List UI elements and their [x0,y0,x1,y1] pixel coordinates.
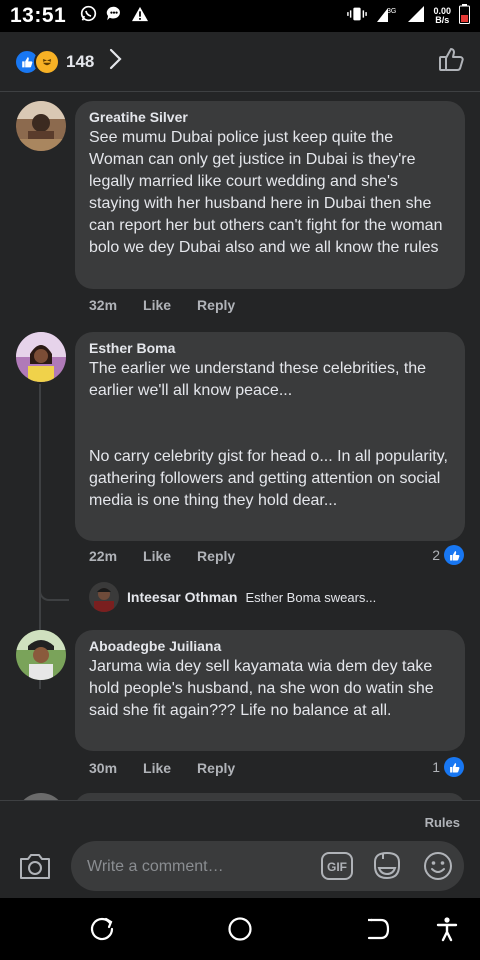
comment-bubble[interactable]: Greatihe Silver See mumu Dubai police ju… [75,101,465,289]
avatar[interactable] [89,582,119,612]
avatar[interactable] [16,101,66,151]
haha-reaction-icon [34,48,60,75]
comment-actions: 30m Like Reply [89,760,261,776]
thread-connector [39,573,69,601]
comment-like-count[interactable]: 1 [432,757,464,777]
reply-preview[interactable]: Inteesar Othman Esther Boma swears... [89,582,376,612]
comment-text: The earlier we understand these celebrit… [89,360,448,509]
sticker-icon[interactable] [371,850,403,882]
comment-author[interactable]: Esther Boma [89,340,451,356]
battery-icon [459,3,470,29]
comment-actions: 32m Like Reply [89,297,261,313]
comment-bubble[interactable]: Esther Boma The earlier we understand th… [75,332,465,541]
comment-time: 32m [89,297,118,313]
next-comment-peek [16,793,66,800]
gif-button[interactable]: GIF [321,850,353,882]
comment-author[interactable]: Greatihe Silver [89,109,451,125]
camera-icon[interactable] [18,851,52,886]
chat-icon [105,5,123,27]
comment-author[interactable]: Aboadegbe Juiliana [89,638,451,654]
comment-time: 22m [89,548,118,564]
like-badge-icon [444,545,464,565]
comment-text: See mumu Dubai police just keep quite th… [89,129,443,256]
next-comment-bubble-peek [75,793,465,800]
comment-text: Jaruma wia dey sell kayamata wia dem dey… [89,658,434,719]
like-link[interactable]: Like [143,548,171,564]
avatar[interactable] [16,332,66,382]
comment-time: 30m [89,760,118,776]
recent-apps-icon[interactable] [89,916,115,942]
svg-text:3G: 3G [387,8,396,15]
like-badge-icon [444,757,464,777]
back-icon[interactable] [365,916,391,942]
net-speed: 0.00 B/s [433,6,451,25]
vibrate-icon [347,6,368,27]
comment-actions: 22m Like Reply [89,548,261,564]
accessibility-icon[interactable] [434,916,460,942]
status-bar: 13:51 3G 0.00 B/s [0,0,480,32]
reply-link[interactable]: Reply [197,760,235,776]
rules-link[interactable]: Rules [425,815,460,830]
reply-author[interactable]: Inteesar Othman [127,589,237,605]
comment-composer: Rules GIF [0,800,480,899]
avatar[interactable] [16,630,66,680]
like-post-button[interactable] [438,45,466,78]
clock: 13:51 [10,4,67,27]
system-nav-bar [0,898,480,960]
comment-input-box[interactable]: GIF [71,841,464,893]
comment-like-count[interactable]: 2 [432,545,464,565]
warning-icon [131,6,149,27]
comment-bubble[interactable]: Aboadegbe Juiliana Jaruma wia dey sell k… [75,630,465,751]
comment-input[interactable] [85,841,309,893]
emoji-icon[interactable] [422,850,454,882]
like-link[interactable]: Like [143,760,171,776]
reaction-count: 148 [66,51,95,71]
chevron-right-icon[interactable] [108,48,122,75]
whatsapp-icon [80,5,97,27]
reactions-header: 148 [0,32,480,92]
like-link[interactable]: Like [143,297,171,313]
reply-link[interactable]: Reply [197,548,235,564]
svg-text:GIF: GIF [327,860,347,874]
signal-icon: 3G [375,5,399,28]
reply-text: Esther Boma swears... [245,589,377,605]
reaction-summary[interactable]: 148 [14,48,122,75]
comments-list[interactable]: Greatihe Silver See mumu Dubai police ju… [0,93,480,800]
reply-link[interactable]: Reply [197,297,235,313]
home-icon[interactable] [227,916,253,942]
signal-icon-2 [407,5,425,28]
